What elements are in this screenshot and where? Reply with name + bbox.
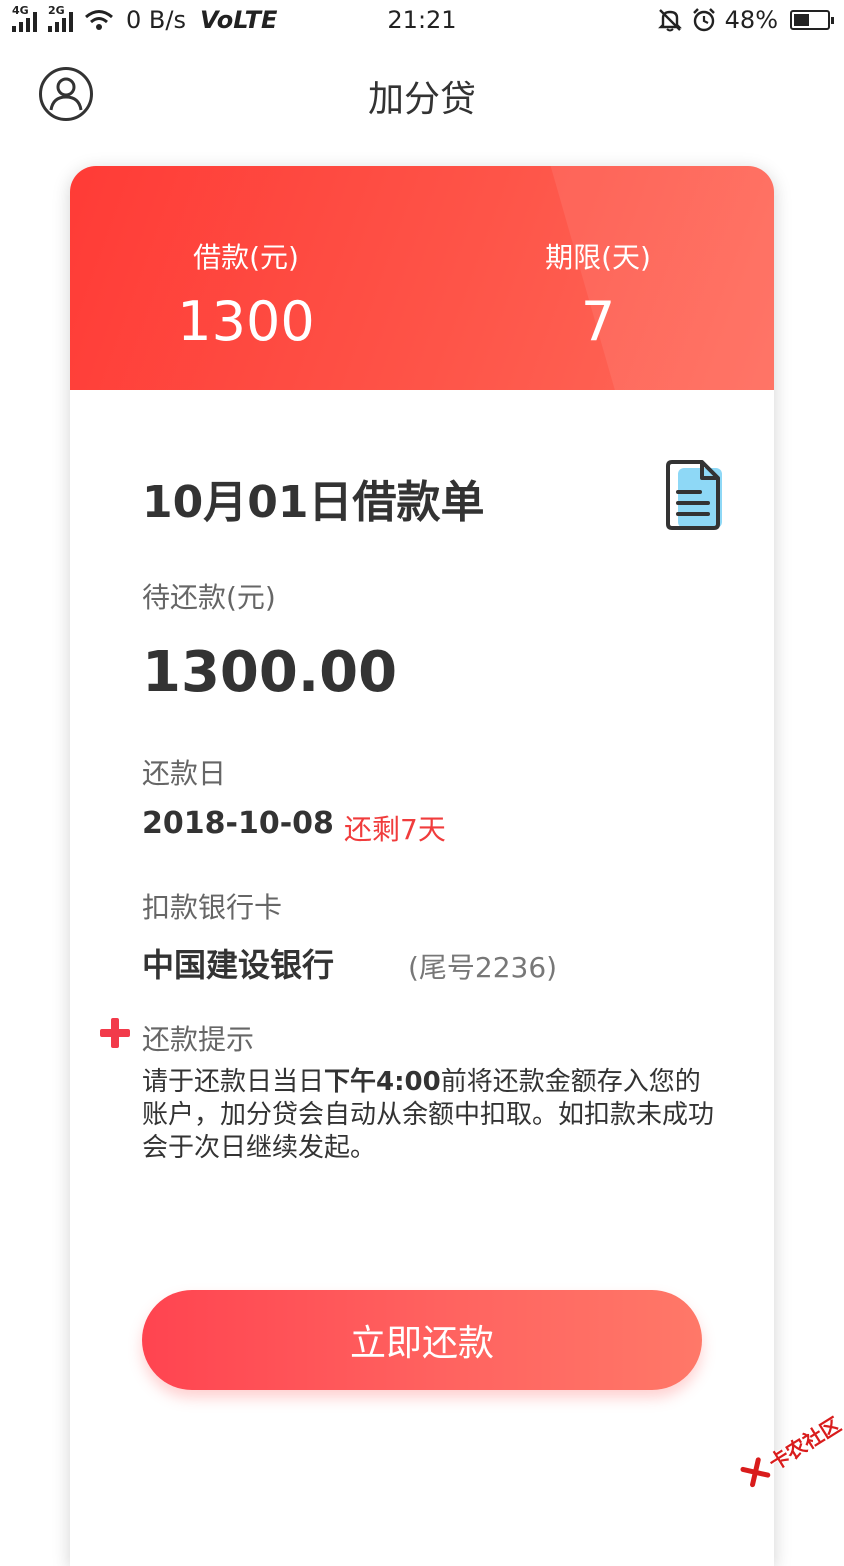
loan-term-stat: 期限(天) 7: [422, 236, 774, 353]
loan-amount-stat: 借款(元) 1300: [70, 236, 422, 353]
status-bar: 4G 2G 0 B/s VoLTE 21:21 48%: [0, 0, 844, 44]
bank-card-label: 扣款银行卡: [142, 891, 283, 924]
loan-summary-banner: 借款(元) 1300 期限(天) 7: [70, 166, 774, 390]
status-right: 48%: [657, 6, 834, 34]
mute-icon: [657, 9, 682, 32]
loan-term-label: 期限(天): [545, 241, 651, 274]
repay-now-button[interactable]: 立即还款: [142, 1290, 702, 1390]
page-title: 加分贷: [367, 79, 476, 120]
bank-name: 中国建设银行: [142, 946, 335, 984]
loan-amount-value: 1300: [177, 290, 315, 353]
days-left-badge: 还剩7天: [344, 813, 446, 846]
due-date-value: 2018-10-08: [142, 806, 334, 841]
repay-tip-label: 还款提示: [142, 1023, 255, 1056]
pending-amount: 1300.00: [142, 640, 398, 705]
battery-icon: [790, 10, 834, 30]
loan-term-value: 7: [580, 290, 616, 353]
red-cross-icon: [100, 1018, 130, 1048]
loan-card: 借款(元) 1300 期限(天) 7 10月01日借款单 待还款(元) 1300…: [70, 166, 774, 1566]
alarm-icon: [692, 8, 715, 32]
battery-percent: 48%: [724, 6, 778, 34]
pending-label: 待还款(元): [142, 581, 276, 614]
repay-tip-text: 请于还款日当日下午4:00前将还款金额存入您的账户，加分贷会自动从余额中扣取。如…: [142, 1067, 715, 1163]
due-date-label: 还款日: [142, 757, 227, 790]
loan-order-title: 10月01日借款单: [142, 477, 485, 528]
document-icon[interactable]: [664, 458, 726, 536]
watermark-text: 卡农社区: [764, 1411, 844, 1475]
loan-amount-label: 借款(元): [193, 241, 299, 274]
bank-card-tail: (尾号2236): [408, 951, 558, 984]
app-header: 加分贷: [0, 50, 844, 140]
